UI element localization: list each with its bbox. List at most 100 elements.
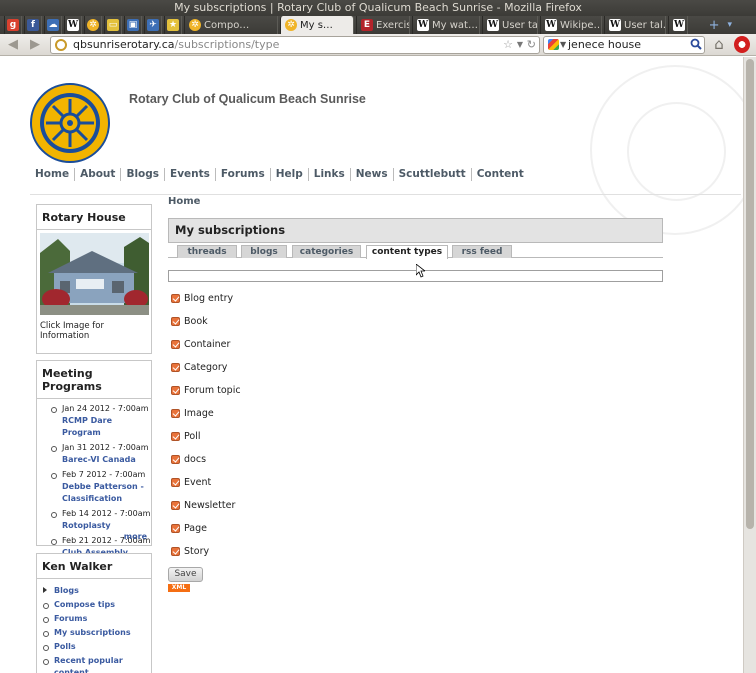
- more-link[interactable]: more: [124, 532, 147, 541]
- tab-compose[interactable]: ✲ Compo…: [184, 16, 278, 34]
- bookmark-star-icon[interactable]: ☆: [503, 37, 513, 53]
- menu-item-forums[interactable]: Forums: [214, 168, 270, 181]
- site-name[interactable]: Rotary Club of Qualicum Beach Sunrise: [129, 92, 366, 106]
- menu-item-scuttlebutt[interactable]: Scuttlebutt: [392, 168, 471, 181]
- checkbox-row[interactable]: Event: [171, 475, 211, 489]
- user-menu-item-polls[interactable]: Polls: [43, 641, 151, 653]
- menu-item-home[interactable]: Home: [35, 168, 74, 181]
- checkbox-row[interactable]: Forum topic: [171, 383, 241, 397]
- home-icon[interactable]: ⌂: [710, 37, 728, 53]
- wikipedia-icon: W: [67, 19, 79, 31]
- user-menu-item-my-subscriptions[interactable]: My subscriptions: [43, 627, 151, 639]
- site-identity-icon[interactable]: [55, 39, 67, 51]
- checkbox-row[interactable]: Blog entry: [171, 291, 233, 305]
- checkbox-checked[interactable]: [171, 477, 180, 487]
- menu-item-news[interactable]: News: [349, 168, 393, 181]
- tab-blogs[interactable]: blogs: [241, 245, 287, 258]
- tab-my-watchlist[interactable]: W My wat…: [412, 16, 480, 34]
- checkbox-row[interactable]: Page: [171, 521, 207, 535]
- search-icon[interactable]: [690, 38, 702, 50]
- rotary-house-photo[interactable]: [40, 233, 149, 315]
- menu-item-links[interactable]: Links: [307, 168, 350, 181]
- tab-list-icon[interactable]: ▾: [727, 20, 732, 30]
- menu-item-blogs[interactable]: Blogs: [120, 168, 164, 181]
- forward-arrow-icon[interactable]: ▶: [26, 37, 44, 53]
- checkbox-row[interactable]: Book: [171, 314, 208, 328]
- user-menu-item-recent-popular-content[interactable]: Recent popular content: [43, 655, 123, 673]
- user-menu-item-forums[interactable]: Forums: [43, 613, 151, 625]
- checkbox-checked[interactable]: [171, 408, 180, 418]
- program-link[interactable]: Debbe Patterson - Classification: [62, 481, 151, 505]
- checkbox-checked[interactable]: [171, 431, 180, 441]
- list-item: Feb 14 2012 - 7:00am Rotoplasty: [51, 508, 151, 532]
- reload-icon[interactable]: ↻: [527, 37, 536, 53]
- tab-pinned-folder[interactable]: ▭: [104, 16, 122, 34]
- opera-icon[interactable]: [734, 36, 750, 53]
- checkbox-label: Event: [184, 476, 212, 488]
- tab-pinned-window[interactable]: ▣: [124, 16, 142, 34]
- program-link[interactable]: Barec-VI Canada: [62, 454, 151, 466]
- checkbox-row[interactable]: Poll: [171, 429, 200, 443]
- checkbox-checked[interactable]: [171, 500, 180, 510]
- scrollbar-thumb[interactable]: [746, 59, 754, 529]
- new-tab-icon[interactable]: +: [709, 18, 720, 33]
- checkbox-row[interactable]: Category: [171, 360, 227, 374]
- tab-pinned-google-plus[interactable]: g: [4, 16, 22, 34]
- url-host: qbsunriserotary.ca: [73, 38, 175, 51]
- tab-truncated[interactable]: WG: [668, 16, 688, 34]
- tab-pinned-rotary[interactable]: ✲: [84, 16, 102, 34]
- breadcrumb[interactable]: Home: [168, 196, 200, 207]
- page-scrollbar[interactable]: [743, 57, 756, 673]
- tab-threads[interactable]: threads: [177, 245, 237, 258]
- tab-rss-feed[interactable]: rss feed: [452, 245, 512, 258]
- checkbox-row[interactable]: Container: [171, 337, 230, 351]
- checkbox-checked[interactable]: [171, 523, 180, 533]
- menu-item-content[interactable]: Content: [470, 168, 529, 181]
- program-link[interactable]: Rotoplasty: [62, 520, 151, 532]
- checkbox-label: Book: [184, 315, 208, 327]
- user-menu-item-blogs[interactable]: Blogs: [43, 585, 151, 597]
- facebook-icon: f: [27, 19, 39, 31]
- tab-pinned-bookmark[interactable]: ★: [164, 16, 182, 34]
- menu-item-about[interactable]: About: [74, 168, 120, 181]
- checkbox-checked[interactable]: [171, 362, 180, 372]
- google-icon[interactable]: [548, 39, 559, 50]
- search-bar[interactable]: ▼ jenece house: [543, 36, 705, 54]
- list-item: Jan 31 2012 - 7:00am Barec-VI Canada: [51, 442, 151, 466]
- tab-user-talk-2[interactable]: WUser tal…: [604, 16, 666, 34]
- checkbox-checked[interactable]: [171, 316, 180, 326]
- checkbox-checked[interactable]: [171, 293, 180, 303]
- menu-item-events[interactable]: Events: [164, 168, 215, 181]
- menu-item-help[interactable]: Help: [269, 168, 308, 181]
- back-arrow-icon[interactable]: ◀: [4, 37, 22, 53]
- rotary-logo[interactable]: [30, 83, 110, 163]
- tab-content-types[interactable]: content types: [366, 245, 448, 259]
- tab-pinned-facebook[interactable]: f: [24, 16, 42, 34]
- checkbox-checked[interactable]: [171, 454, 180, 464]
- xml-feed-badge[interactable]: XML: [168, 584, 190, 592]
- search-engine-dropdown-icon[interactable]: ▼: [560, 37, 566, 53]
- tab-exercise[interactable]: EExercis…: [356, 16, 410, 34]
- tab-pinned-wikipedia[interactable]: W: [64, 16, 82, 34]
- program-link[interactable]: RCMP Dare Program: [62, 415, 151, 439]
- search-input[interactable]: jenece house: [568, 38, 641, 51]
- checkbox-row[interactable]: Image: [171, 406, 214, 420]
- tab-wikipedia[interactable]: W Wikipe…: [540, 16, 602, 34]
- checkbox-label: Image: [184, 407, 214, 419]
- checkbox-checked[interactable]: [171, 385, 180, 395]
- tab-pinned-cloud[interactable]: ☁: [44, 16, 62, 34]
- url-bar[interactable]: qbsunriserotary.ca/subscriptions/type ☆ …: [50, 36, 540, 54]
- tab-categories[interactable]: categories: [292, 245, 361, 258]
- tab-user-talk-1[interactable]: WUser tal…: [482, 16, 538, 34]
- checkbox-row[interactable]: Story: [171, 544, 209, 558]
- tab-pinned-bird[interactable]: ✈: [144, 16, 162, 34]
- checkbox-checked[interactable]: [171, 546, 180, 556]
- user-menu-list: Blogs Compose tips Forums My subscriptio…: [37, 579, 151, 673]
- user-menu-item-compose-tips[interactable]: Compose tips: [43, 599, 151, 611]
- checkbox-row[interactable]: Newsletter: [171, 498, 235, 512]
- checkbox-checked[interactable]: [171, 339, 180, 349]
- checkbox-row[interactable]: docs: [171, 452, 206, 466]
- tab-my-subscriptions[interactable]: ✲ My s…: [280, 16, 354, 34]
- save-button[interactable]: Save: [168, 567, 203, 582]
- url-history-dropdown-icon[interactable]: ▼: [517, 37, 523, 53]
